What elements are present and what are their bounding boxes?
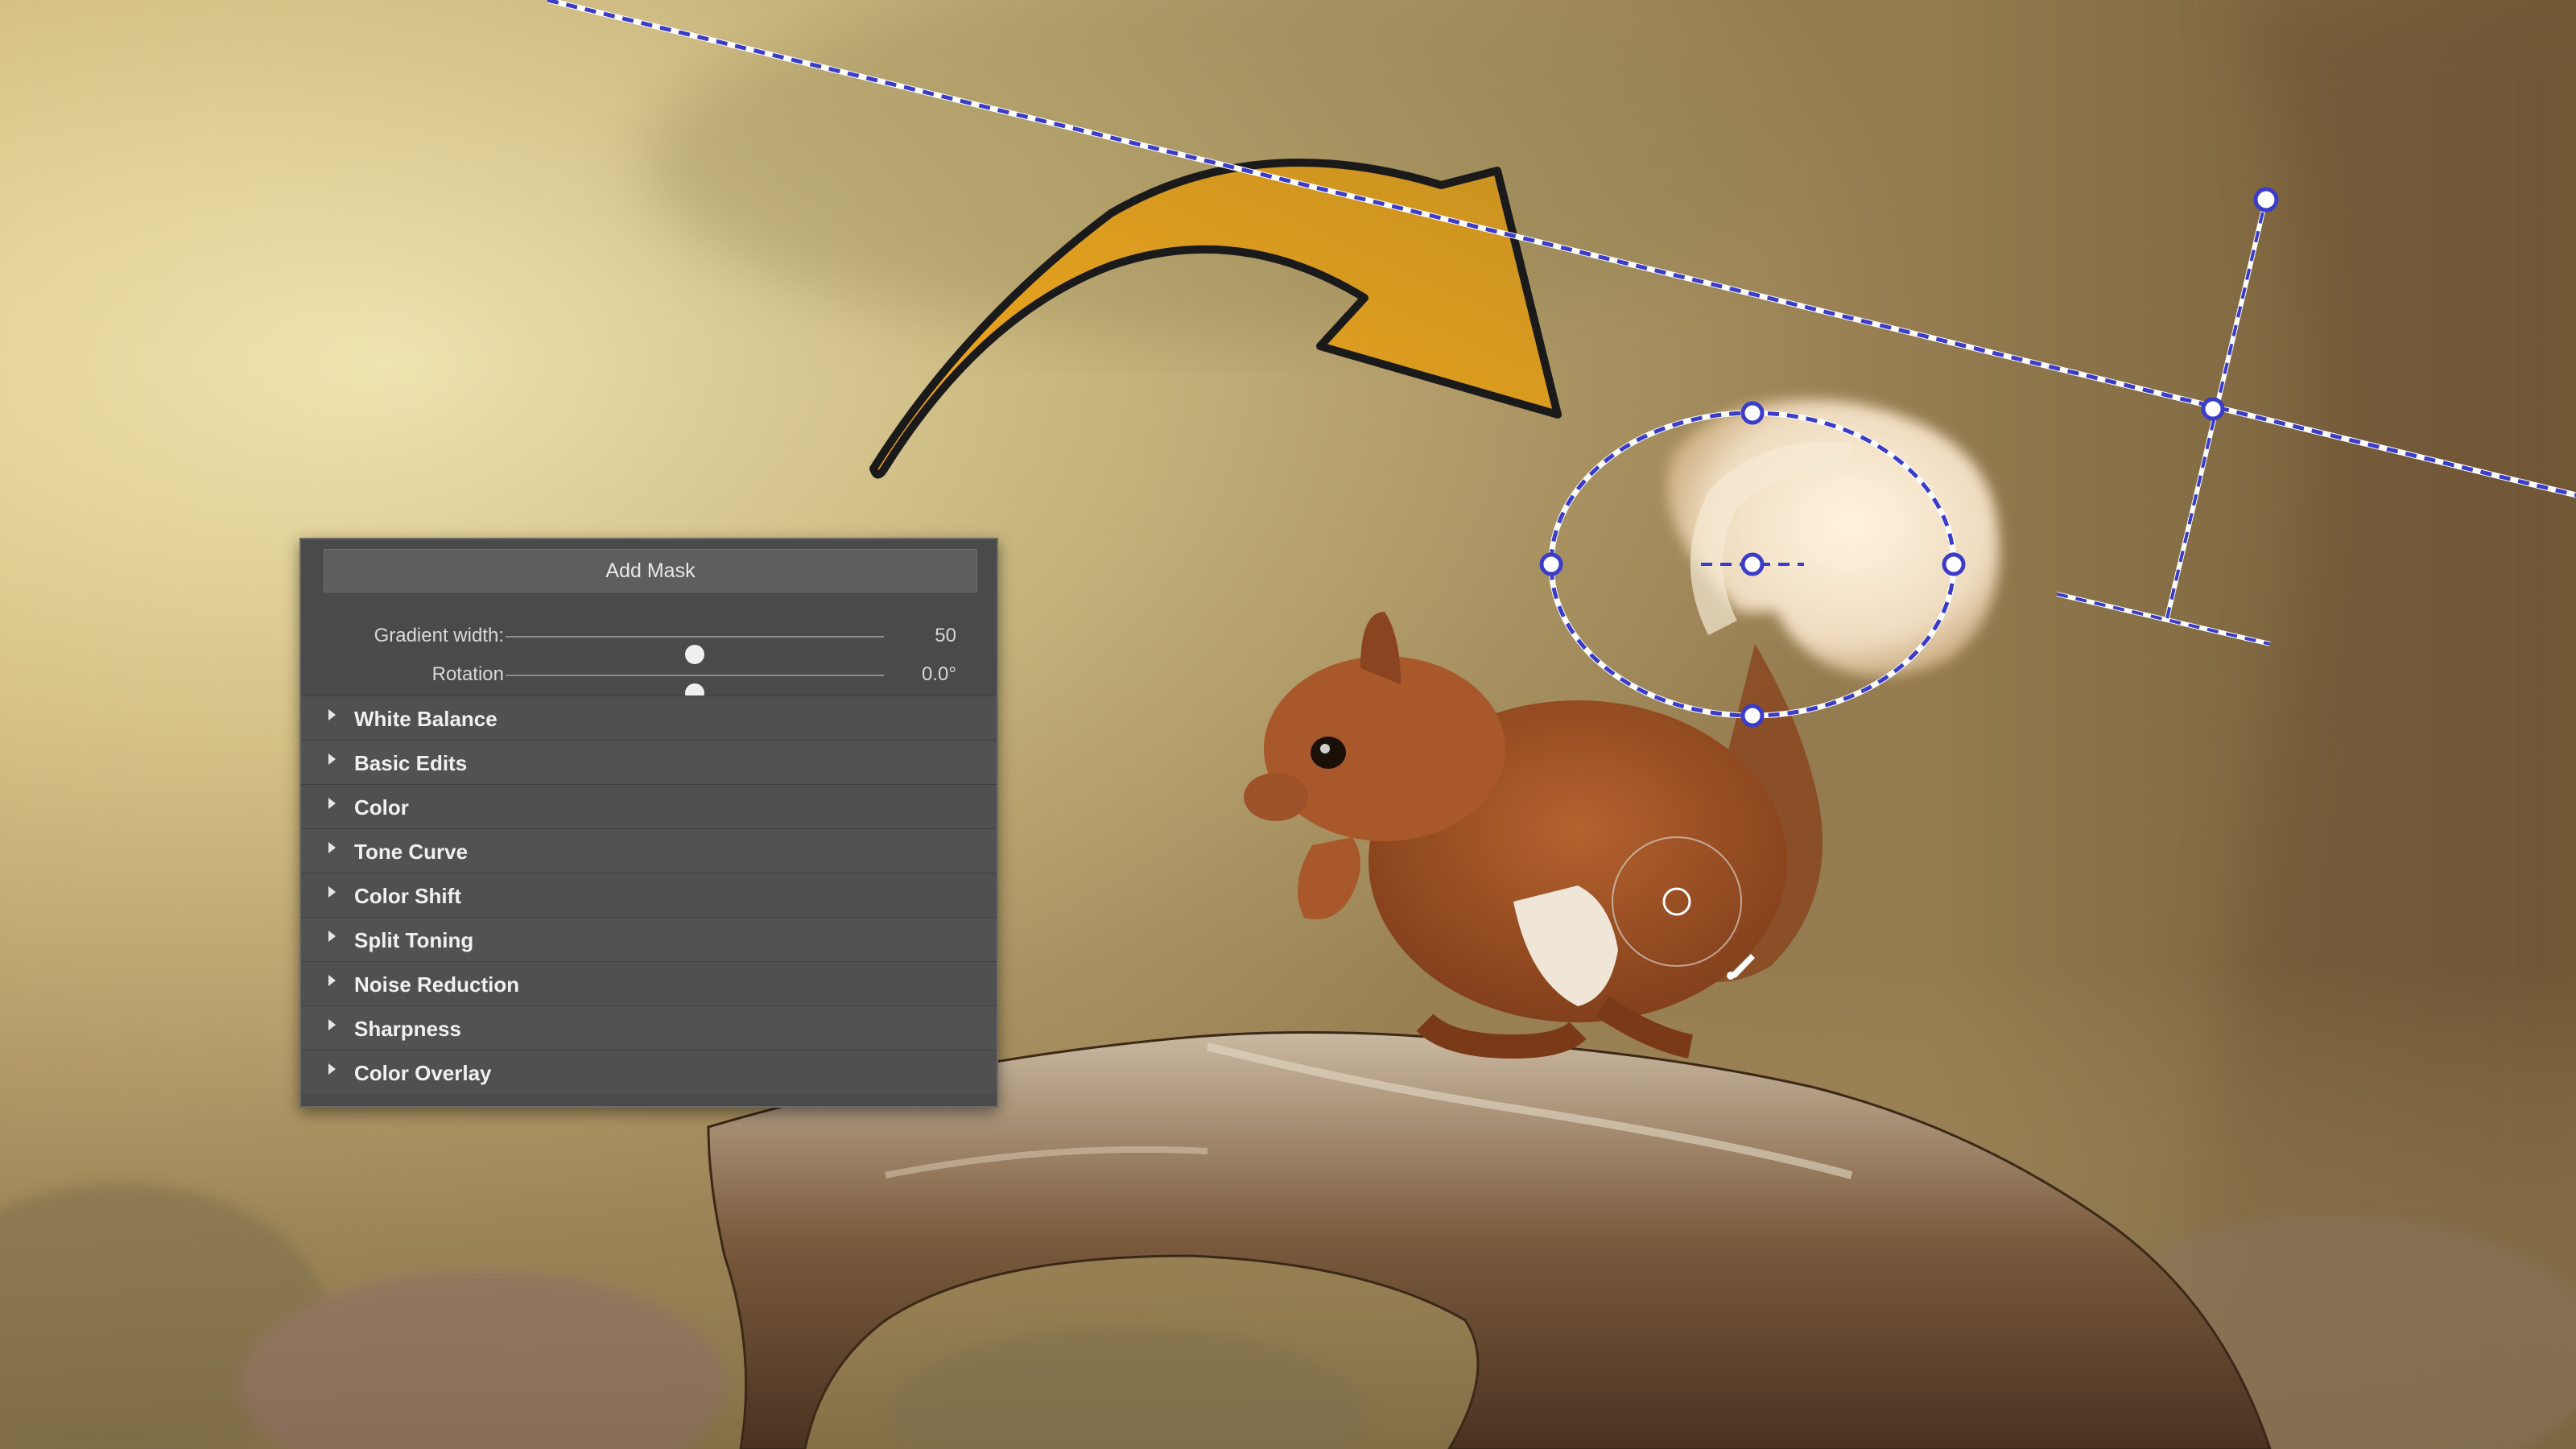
rotation-label: Rotation bbox=[431, 663, 504, 685]
section-label: Noise Reduction bbox=[354, 972, 520, 997]
gradient-width-slider-row: Gradient width: 50 bbox=[301, 618, 1000, 664]
gradient-width-value: 50 bbox=[935, 625, 956, 646]
rotation-value: 0.0° bbox=[922, 663, 956, 685]
ellipse-handle-left[interactable] bbox=[1539, 552, 1563, 576]
linear-mask-center-handle[interactable] bbox=[2201, 397, 2225, 421]
ellipse-handle-top[interactable] bbox=[1740, 401, 1765, 425]
section-white-balance[interactable]: White Balance bbox=[301, 696, 997, 740]
expand-arrow-icon bbox=[328, 886, 336, 898]
section-label: Basic Edits bbox=[354, 751, 468, 775]
expand-arrow-icon bbox=[328, 798, 336, 809]
section-color-overlay[interactable]: Color Overlay bbox=[301, 1050, 997, 1094]
section-label: Color Overlay bbox=[354, 1061, 492, 1085]
rotation-slider-row: Rotation 0.0° bbox=[301, 657, 1000, 703]
expand-arrow-icon bbox=[328, 842, 336, 853]
section-label: Sharpness bbox=[354, 1017, 461, 1041]
expand-arrow-icon bbox=[328, 709, 336, 720]
rotation-slider[interactable] bbox=[506, 675, 884, 703]
section-basic-edits[interactable]: Basic Edits bbox=[301, 740, 997, 784]
section-label: White Balance bbox=[354, 707, 497, 731]
expand-arrow-icon bbox=[328, 975, 336, 986]
foliage-blur bbox=[644, 0, 1771, 338]
gradient-width-label: Gradient width: bbox=[374, 625, 504, 646]
ellipse-handle-center[interactable] bbox=[1740, 552, 1765, 576]
expand-arrow-icon bbox=[328, 753, 336, 765]
ellipse-handle-bottom[interactable] bbox=[1740, 704, 1765, 728]
add-mask-button[interactable]: Add Mask bbox=[324, 549, 977, 592]
section-label: Split Toning bbox=[354, 928, 474, 952]
section-label: Color bbox=[354, 795, 409, 819]
expand-arrow-icon bbox=[328, 931, 336, 942]
section-tone-curve[interactable]: Tone Curve bbox=[301, 828, 997, 873]
section-color-shift[interactable]: Color Shift bbox=[301, 873, 997, 917]
ellipse-handle-right[interactable] bbox=[1942, 552, 1966, 576]
expand-arrow-icon bbox=[328, 1019, 336, 1030]
section-noise-reduction[interactable]: Noise Reduction bbox=[301, 961, 997, 1005]
section-color[interactable]: Color bbox=[301, 784, 997, 828]
expand-arrow-icon bbox=[328, 1063, 336, 1075]
section-label: Tone Curve bbox=[354, 840, 469, 864]
linear-mask-rotate-handle[interactable] bbox=[2253, 187, 2279, 213]
gradient-width-slider[interactable] bbox=[506, 636, 884, 664]
section-split-toning[interactable]: Split Toning bbox=[301, 917, 997, 961]
section-sharpness[interactable]: Sharpness bbox=[301, 1005, 997, 1050]
adjustment-sections: White Balance Basic Edits Color Tone Cur… bbox=[301, 696, 997, 1094]
mask-panel: Add Mask Gradient width: 50 Rotation 0.0… bbox=[299, 538, 998, 1108]
section-label: Color Shift bbox=[354, 884, 461, 908]
